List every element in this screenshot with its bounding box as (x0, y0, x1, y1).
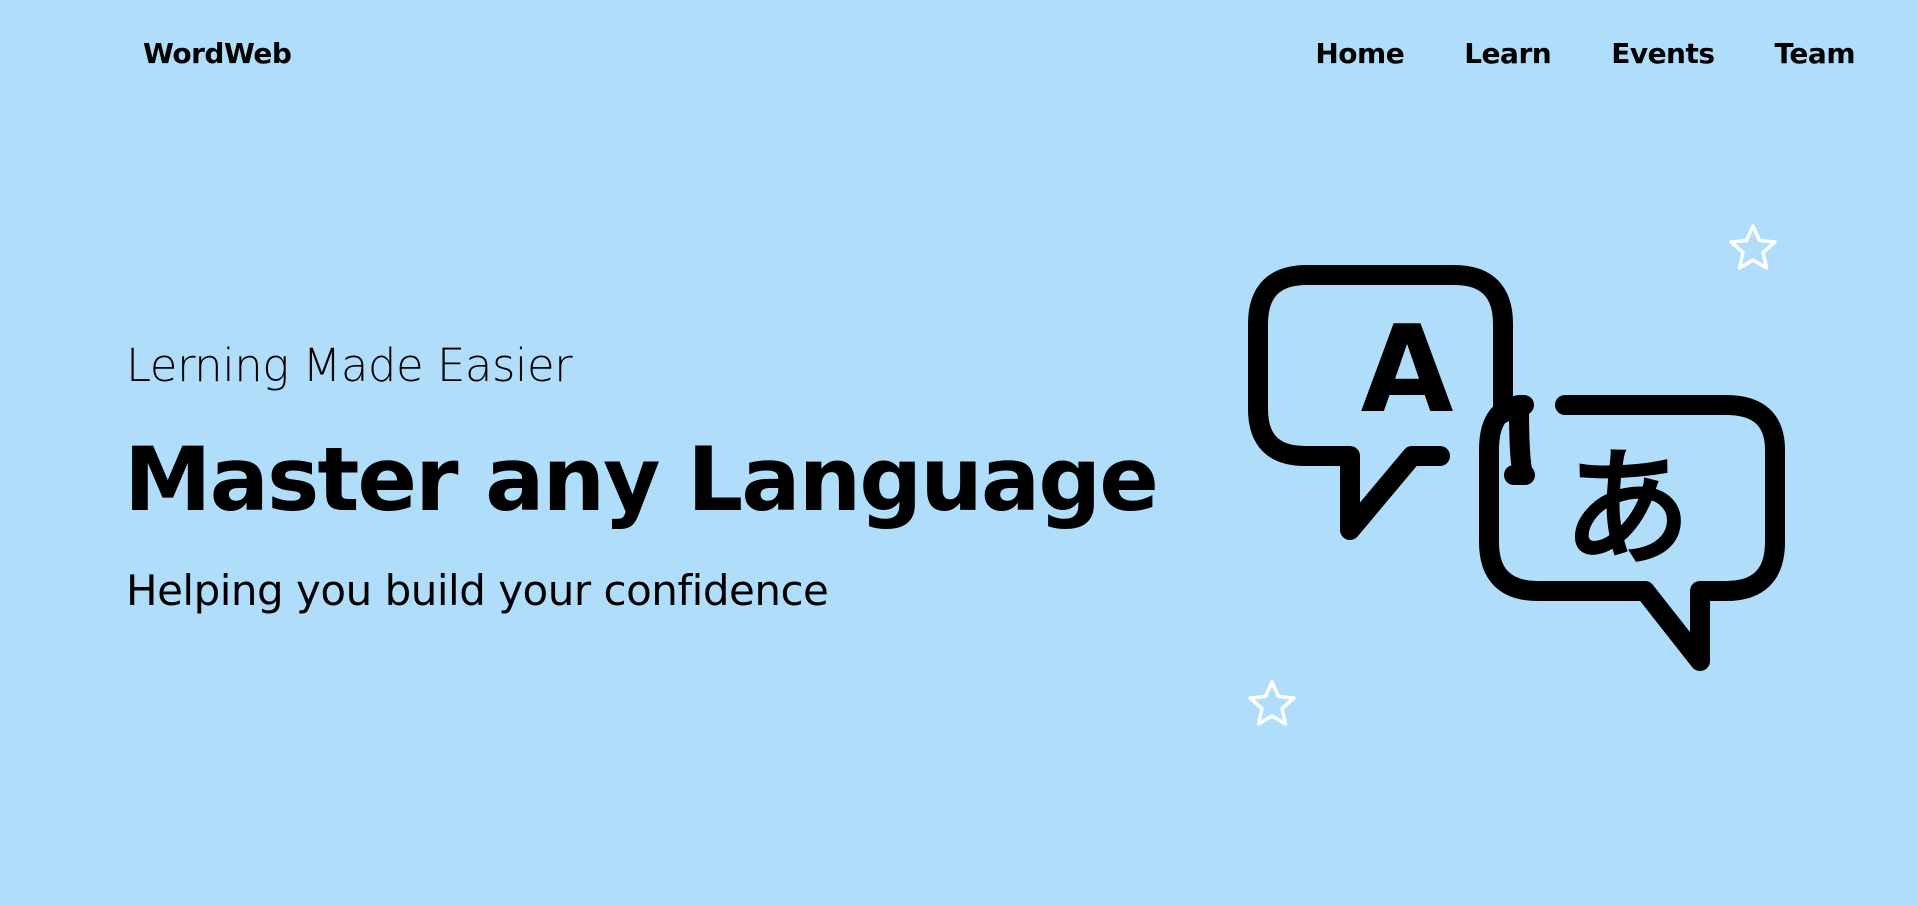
nav-events-link[interactable]: Events (1611, 40, 1715, 68)
letter-a-glyph: A (1361, 301, 1454, 440)
nav-learn-link[interactable]: Learn (1464, 40, 1551, 68)
hiragana-a-glyph: あ (1563, 435, 1691, 584)
star-outline-icon (1248, 680, 1296, 726)
hero-subline: Helping you build your confidence (126, 566, 829, 615)
nav-team-link[interactable]: Team (1775, 40, 1856, 68)
nav-home-link[interactable]: Home (1315, 40, 1404, 68)
hero-section: Lerning Made Easier Master any Language … (124, 339, 1159, 615)
hero-headline: Master any Language (124, 428, 1159, 531)
brand-logo[interactable]: WordWeb (143, 40, 292, 68)
main-nav: Home Learn Events Team (1315, 40, 1855, 68)
hero-tagline: Lerning Made Easier (126, 339, 573, 392)
translate-chat-bubbles-icon: A あ (1248, 265, 1785, 671)
